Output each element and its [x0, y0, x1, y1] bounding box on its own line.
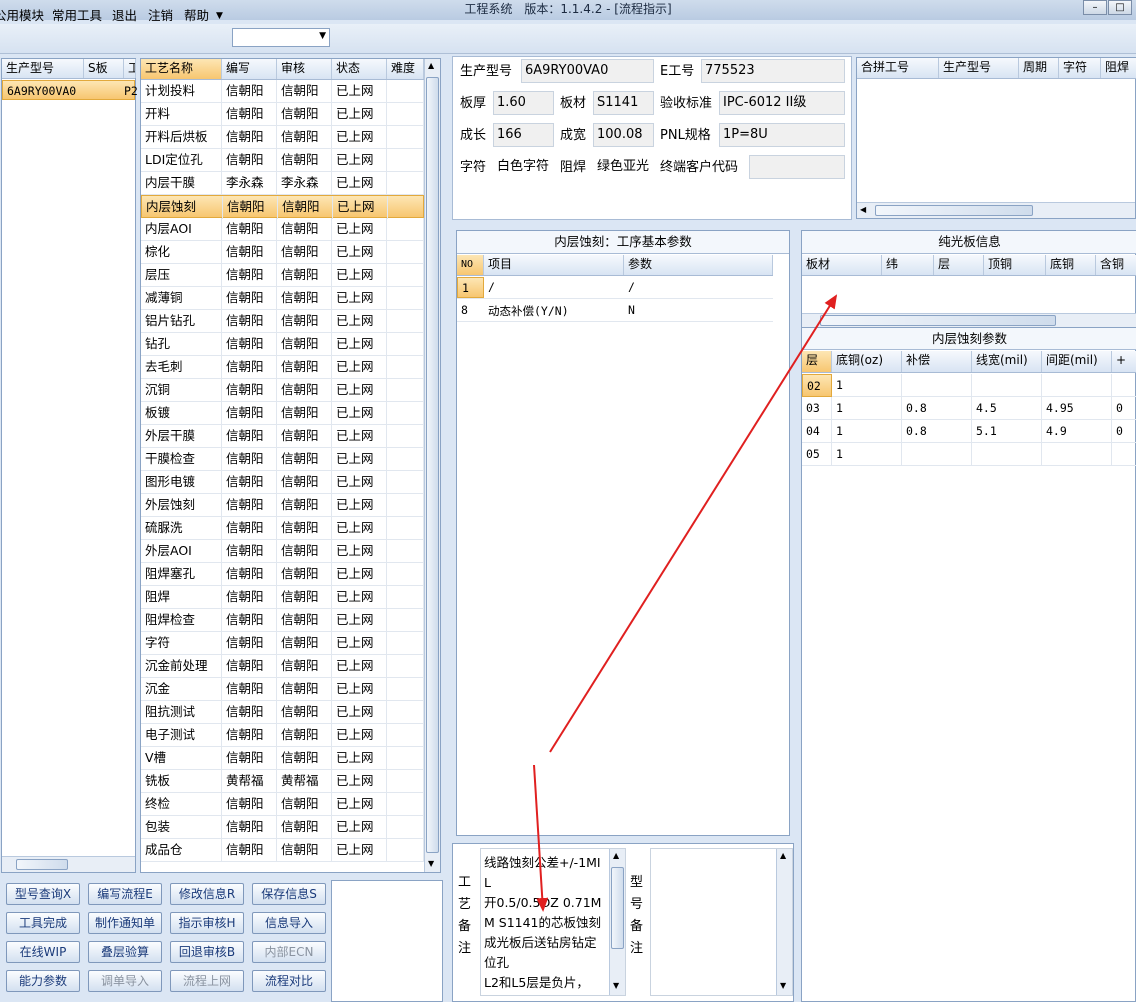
annotation-arrows	[533, 294, 838, 912]
annotation-arrow-down	[533, 764, 549, 912]
annotation-arrow-up	[549, 294, 838, 753]
